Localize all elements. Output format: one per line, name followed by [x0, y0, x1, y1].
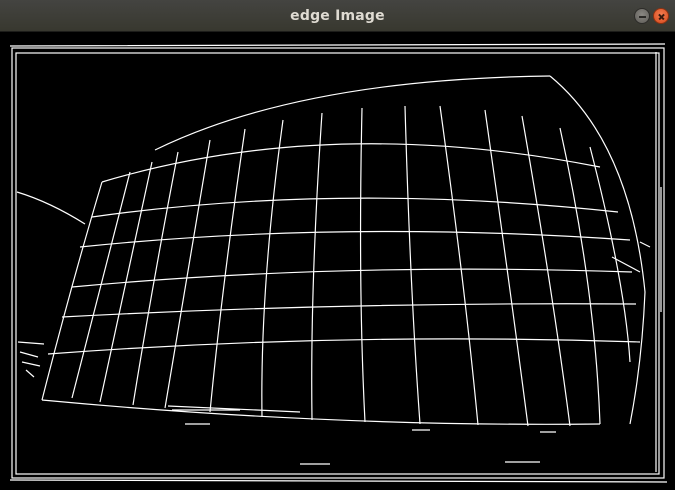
window-title: edge Image: [290, 8, 385, 24]
frame-inner-edge: [15, 52, 660, 475]
grid-col-1: [71, 171, 131, 399]
edge-image-canvas: [0, 32, 675, 490]
dome-top-edge: [154, 75, 551, 151]
grid-row-1: [101, 143, 601, 183]
title-bar[interactable]: edge Image: [0, 0, 675, 32]
grid-row-6: [47, 338, 641, 355]
app-window: edge Image: [0, 0, 675, 490]
minimize-icon[interactable]: [634, 8, 650, 24]
frame-outer-edge: [11, 47, 665, 479]
close-icon[interactable]: [653, 8, 669, 24]
bottom-frame-noise: [300, 461, 540, 465]
bottom-ledge-edge: [167, 405, 301, 413]
left-noise-edge: [17, 341, 45, 378]
dome-bottom-edge: [41, 399, 601, 425]
left-background-edge: [16, 191, 86, 225]
dome-left-edge: [41, 181, 103, 401]
edge-image: [9, 43, 668, 483]
bottom-noise-edge: [185, 423, 556, 433]
